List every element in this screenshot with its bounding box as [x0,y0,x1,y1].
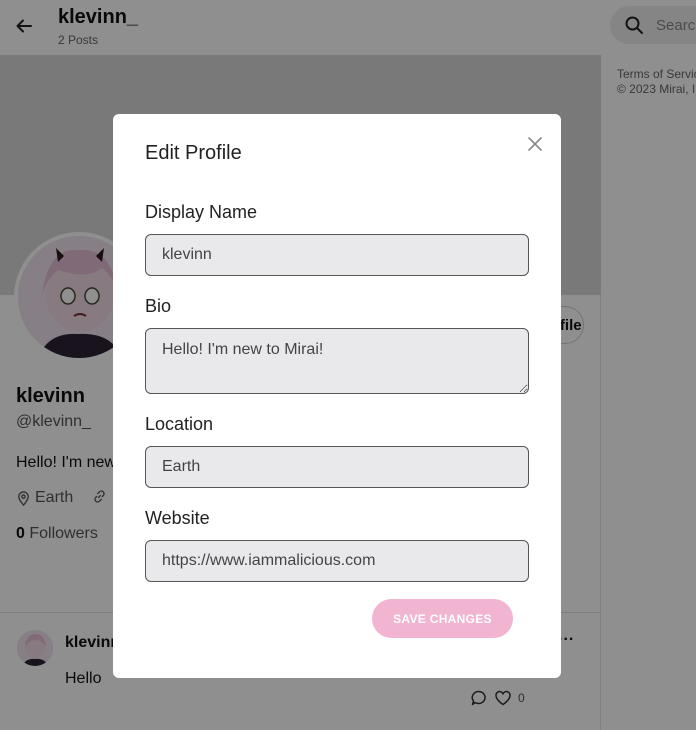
edit-profile-dialog: Edit Profile Display Name Bio Hello! I'm… [113,114,561,678]
dialog-title: Edit Profile [145,142,242,164]
location-input[interactable] [145,446,529,488]
bio-label: Bio [145,296,172,316]
website-label: Website [145,508,210,528]
bio-textarea[interactable]: Hello! I'm new to Mirai! [145,328,529,394]
website-input[interactable] [145,540,529,582]
location-label: Location [145,414,214,434]
display-name-label: Display Name [145,202,258,222]
close-icon [528,137,542,151]
save-changes-button[interactable]: SAVE CHANGES [372,599,513,638]
close-button[interactable] [525,134,545,154]
display-name-input[interactable] [145,234,529,276]
